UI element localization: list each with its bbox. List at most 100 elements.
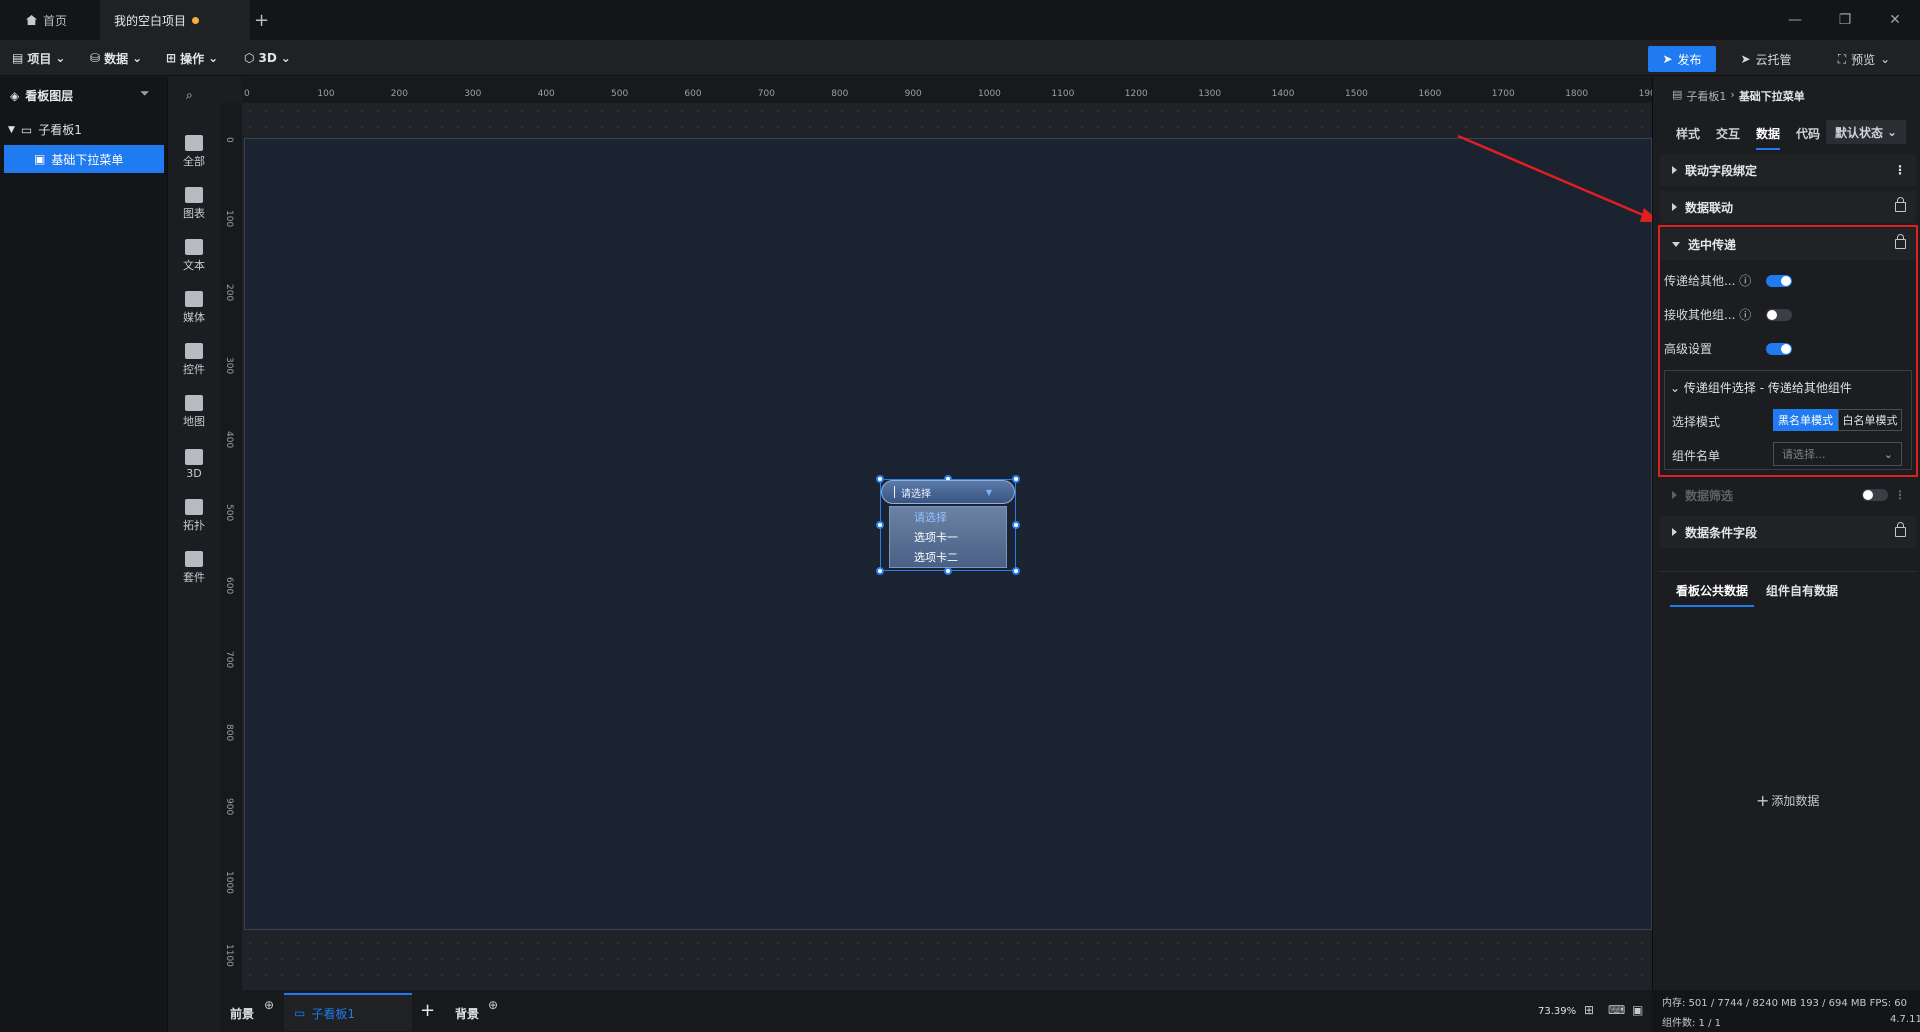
resize-handle[interactable] — [876, 567, 884, 575]
plus-icon: + — [1756, 791, 1770, 810]
add-board-icon[interactable]: + — [420, 1000, 435, 1021]
filter-icon[interactable]: ⏷ — [140, 86, 150, 101]
cloud-button[interactable]: ➤ 云托管 — [1726, 46, 1806, 72]
whitelist-button[interactable]: 白名单模式 — [1838, 409, 1902, 431]
ruler-left: 0 100 200 300 400 500 600 700 800 900 1000 1100 — [220, 103, 242, 990]
more-icon[interactable]: ⋮ — [1894, 488, 1906, 502]
category-all[interactable]: 全部 — [168, 128, 220, 176]
category-label: 控件 — [183, 363, 205, 376]
component-list-select[interactable]: 请选择... ⌄ — [1773, 442, 1902, 466]
help-icon[interactable]: ⓘ — [1739, 308, 1751, 322]
data-filter-toggle[interactable] — [1862, 489, 1888, 501]
add-background-icon[interactable]: ⊕ — [488, 998, 498, 1012]
tab-code[interactable]: 代码 — [1796, 125, 1820, 142]
receive-others-toggle[interactable] — [1766, 309, 1792, 321]
tab-style[interactable]: 样式 — [1676, 125, 1700, 142]
search-icon[interactable]: ⌕ — [186, 88, 193, 103]
add-tab-button[interactable]: + — [240, 0, 283, 40]
pass-component-title[interactable]: ⌄ 传递组件选择 - 传递给其他组件 — [1670, 379, 1852, 396]
chevron-down-icon: ⌄ — [55, 51, 66, 65]
menu-3d[interactable]: ⬡ 3D ⌄ — [244, 40, 291, 76]
resize-handle[interactable] — [876, 475, 884, 483]
tree-item-dropdown[interactable]: ▣ 基础下拉菜单 — [4, 145, 164, 173]
category-map[interactable]: 地图 — [168, 388, 220, 436]
section-condition-field[interactable]: 数据条件字段 — [1660, 516, 1916, 548]
category-topology[interactable]: 拓扑 — [168, 492, 220, 540]
zoom-level[interactable]: 73.39% — [1538, 1006, 1576, 1017]
tab-project[interactable]: 我的空白项目 — [100, 0, 250, 40]
menu-data[interactable]: ⛁ 数据 ⌄ — [90, 40, 142, 76]
keyboard-icon[interactable]: ⌨ — [1608, 1003, 1625, 1017]
terminal-icon[interactable]: ▣ — [1632, 1003, 1643, 1017]
menu-operate[interactable]: ⊞ 操作 ⌄ — [166, 40, 218, 76]
caret-down-icon: ▼ — [8, 124, 15, 135]
chevron-down-icon: ⌄ — [280, 51, 291, 65]
dropdown-option[interactable]: 选项卡一 — [890, 527, 1006, 547]
section-title: 数据联动 — [1685, 200, 1734, 215]
resize-handle[interactable] — [1012, 567, 1020, 575]
close-icon[interactable]: ✕ — [1870, 0, 1920, 40]
add-foreground-icon[interactable]: ⊕ — [264, 998, 274, 1012]
tab-interaction[interactable]: 交互 — [1716, 125, 1740, 142]
category-text[interactable]: 文本 — [168, 232, 220, 280]
resize-handle[interactable] — [1012, 475, 1020, 483]
advanced-toggle[interactable] — [1766, 343, 1792, 355]
lock-icon[interactable] — [1895, 234, 1906, 249]
category-3d[interactable]: 3D — [168, 440, 220, 488]
monitor-icon: ▭ — [20, 122, 33, 137]
chevron-down-icon: ⌄ — [132, 51, 143, 65]
fullscreen-icon: ⛶ — [1837, 51, 1847, 66]
category-kit[interactable]: 套件 — [168, 544, 220, 592]
tab-home[interactable]: 首页 — [12, 0, 81, 40]
section-data-linkage[interactable]: 数据联动 — [1660, 191, 1916, 223]
ruler-tick-label: 700 — [757, 89, 775, 99]
dropdown-option[interactable]: 请选择 — [890, 507, 1006, 527]
breadcrumb-parent[interactable]: 子看板1 — [1686, 88, 1726, 104]
ruler-tick-label: 100 — [224, 210, 234, 228]
board-tab[interactable]: ▭ 子看板1 — [284, 993, 412, 1031]
category-control[interactable]: 控件 — [168, 336, 220, 384]
help-icon[interactable]: ⓘ — [1739, 274, 1751, 288]
background-tab[interactable]: 背景 — [455, 1005, 479, 1022]
lock-icon[interactable] — [1895, 522, 1906, 537]
preview-button[interactable]: ⛶ 预览 ⌄ — [1816, 46, 1912, 72]
menu-project[interactable]: ▤ 项目 ⌄ — [12, 40, 65, 76]
add-data-button[interactable]: + 添加数据 — [1756, 791, 1819, 810]
ruler-tick-label: 200 — [224, 283, 234, 301]
publish-button[interactable]: ➤ 发布 — [1648, 46, 1716, 72]
blacklist-button[interactable]: 黑名单模式 — [1773, 409, 1838, 431]
section-linkage-field[interactable]: 联动字段绑定 ⋮ — [1660, 154, 1916, 186]
section-title: 选中传递 — [1688, 237, 1737, 252]
minimize-icon[interactable]: — — [1770, 0, 1820, 40]
section-selection-pass[interactable]: 选中传递 — [1660, 228, 1916, 260]
resize-handle[interactable] — [944, 567, 952, 575]
zoom-value: 73.39% — [1538, 1006, 1577, 1017]
tab-board-data[interactable]: 看板公共数据 — [1670, 582, 1755, 607]
receive-others-label: 接收其他组... ⓘ — [1664, 306, 1751, 323]
category-label: 媒体 — [183, 311, 205, 324]
dropdown-option-label: 选项卡二 — [914, 551, 958, 564]
foreground-tab[interactable]: 前景 — [230, 1005, 254, 1022]
lock-icon[interactable] — [1895, 197, 1906, 212]
cube-icon — [185, 448, 203, 465]
foreground-label: 前景 — [230, 1007, 255, 1021]
document-icon: ▤ — [1672, 88, 1683, 101]
resize-handle[interactable] — [876, 521, 884, 529]
fit-icon[interactable]: ⊞ — [1584, 1003, 1594, 1017]
ruler-tick-label: 800 — [224, 724, 234, 742]
resize-handle[interactable] — [1012, 521, 1020, 529]
tree-item-board[interactable]: ▼ ▭ 子看板1 — [8, 121, 82, 138]
pass-to-others-toggle[interactable] — [1766, 275, 1792, 287]
monitor-icon: ▭ — [294, 1006, 306, 1020]
state-select[interactable]: 默认状态 ⌄ — [1826, 120, 1906, 144]
menu-operate-label: 操作 — [180, 51, 205, 66]
ruler-tick-label: 0 — [224, 137, 234, 143]
category-media[interactable]: 媒体 — [168, 284, 220, 332]
category-chart[interactable]: 图表 — [168, 180, 220, 228]
tab-component-data[interactable]: 组件自有数据 — [1766, 582, 1838, 599]
more-icon[interactable]: ⋮ — [1894, 163, 1906, 177]
dropdown-option[interactable]: 选项卡二 — [890, 547, 1006, 567]
restore-icon[interactable]: ❐ — [1820, 0, 1870, 40]
dropdown-select[interactable]: 请选择 ▼ — [881, 480, 1015, 504]
tab-data[interactable]: 数据 — [1756, 125, 1781, 150]
